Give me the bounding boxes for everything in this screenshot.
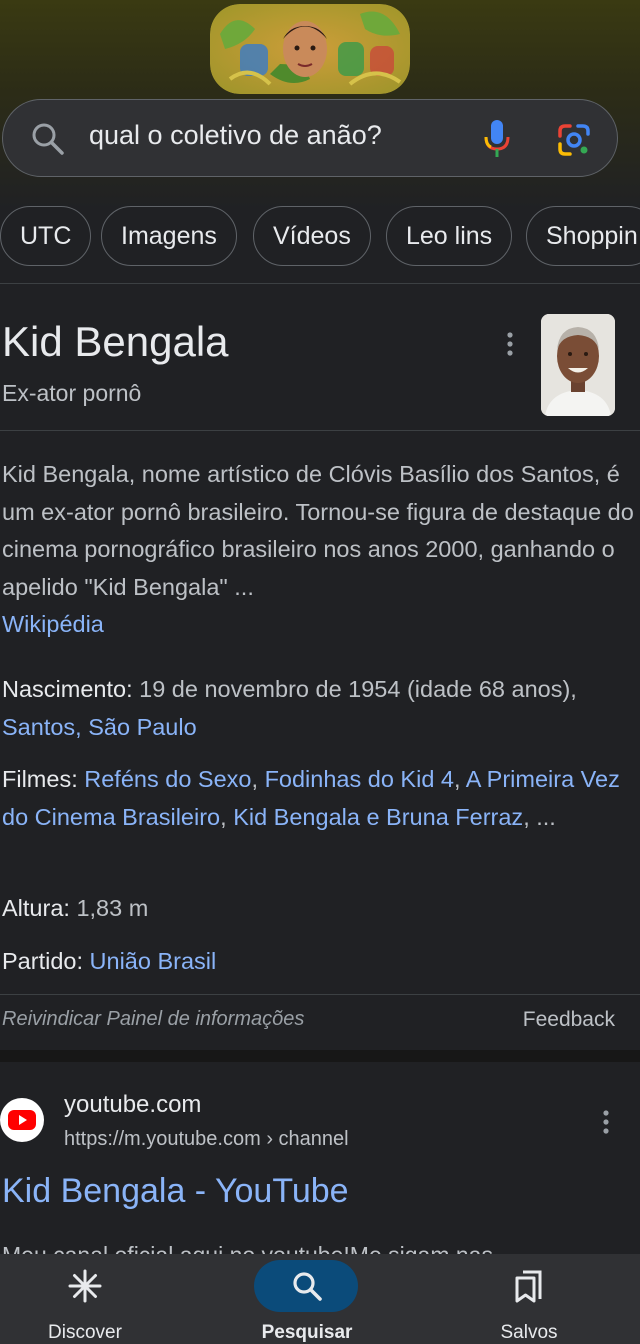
chip-leo-lins[interactable]: Leo lins	[386, 206, 513, 266]
youtube-icon	[8, 1110, 36, 1130]
profile-photo[interactable]	[541, 314, 615, 416]
chip-videos[interactable]: Vídeos	[253, 206, 371, 266]
separator: ,	[251, 766, 265, 792]
divider	[0, 430, 640, 431]
youtube-favicon	[0, 1098, 44, 1142]
film-link[interactable]: Reféns do Sexo	[84, 766, 251, 792]
separator: ,	[454, 766, 466, 792]
search-filter-chips: UTC Imagens Vídeos Leo lins Shoppin	[0, 206, 640, 268]
fact-films: Filmes: Reféns do Sexo, Fodinhas do Kid …	[2, 761, 632, 836]
section-separator	[0, 1050, 640, 1062]
separator: ,	[220, 803, 234, 830]
fact-label: Partido:	[2, 948, 83, 974]
fact-label: Filmes:	[2, 766, 78, 792]
google-doodle-logo[interactable]	[210, 4, 410, 94]
person-portrait-image	[541, 314, 615, 416]
nav-label: Discover	[48, 1322, 122, 1343]
nav-label: Pesquisar	[261, 1322, 353, 1343]
google-lens-icon[interactable]	[556, 122, 592, 158]
nav-pesquisar[interactable]: Pesquisar	[227, 1254, 387, 1344]
bookmarks-icon	[515, 1270, 542, 1303]
result-url-host: https://m.youtube.com	[64, 1128, 261, 1150]
more-options-icon[interactable]	[500, 330, 520, 358]
party-link[interactable]: União Brasil	[90, 948, 217, 974]
chip-imagens[interactable]: Imagens	[101, 206, 237, 266]
asterisk-icon	[68, 1269, 102, 1303]
divider	[0, 283, 640, 284]
description-text: Kid Bengala, nome artístico de Clóvis Ba…	[2, 461, 634, 600]
wikipedia-link[interactable]: Wikipédia	[2, 611, 104, 637]
knowledge-panel-description: Kid Bengala, nome artístico de Clóvis Ba…	[2, 456, 634, 644]
chip-utc[interactable]: UTC	[0, 206, 92, 266]
film-link[interactable]: Fodinhas do Kid 4	[265, 766, 454, 792]
fact-party: Partido: União Brasil	[2, 943, 632, 981]
chip-shopping[interactable]: Shoppin	[526, 206, 640, 266]
feedback-link[interactable]: Feedback	[523, 1008, 615, 1032]
fact-value: 19 de novembro de 1954 (idade 68 anos),	[132, 676, 577, 702]
divider	[0, 994, 640, 995]
knowledge-panel-title: Kid Bengala	[2, 318, 229, 365]
search-icon	[293, 1272, 322, 1301]
result-url[interactable]: https://m.youtube.com › channel	[64, 1128, 349, 1151]
fact-height: Altura: 1,83 m	[2, 890, 632, 928]
bottom-navigation: Discover Pesquisar Salvos	[0, 1254, 640, 1344]
claim-panel-link[interactable]: Reivindicar Painel de informações	[2, 1008, 304, 1031]
knowledge-panel-subtitle: Ex-ator pornô	[2, 380, 142, 406]
search-icon	[32, 123, 64, 155]
result-snippet: Meu canal oficial aqui no youtube!Me sig…	[2, 1242, 493, 1256]
film-link[interactable]: Kid Bengala e Bruna Ferraz	[233, 804, 523, 830]
search-bar[interactable]: qual o coletivo de anão?	[2, 99, 618, 177]
nav-salvos[interactable]: Salvos	[449, 1254, 609, 1344]
more-options-icon[interactable]	[596, 1108, 616, 1136]
birthplace-link[interactable]: Santos, São Paulo	[2, 714, 197, 740]
result-breadcrumb: › channel	[260, 1128, 349, 1150]
fact-label: Nascimento:	[2, 676, 133, 702]
result-title-link[interactable]: Kid Bengala - YouTube	[2, 1172, 349, 1211]
knowledge-panel-footer: Reivindicar Painel de informações Feedba…	[0, 1006, 640, 1042]
fact-value: 1,83 m	[69, 895, 149, 921]
nav-discover[interactable]: Discover	[5, 1254, 165, 1344]
microphone-icon[interactable]	[481, 118, 513, 160]
nav-label: Salvos	[500, 1322, 558, 1343]
fact-birth: Nascimento: 19 de novembro de 1954 (idad…	[2, 671, 632, 746]
more-ellipsis: , ...	[523, 803, 556, 830]
fact-label: Altura:	[2, 895, 70, 921]
result-site-name[interactable]: youtube.com	[64, 1091, 201, 1119]
search-input[interactable]: qual o coletivo de anão?	[89, 120, 382, 151]
